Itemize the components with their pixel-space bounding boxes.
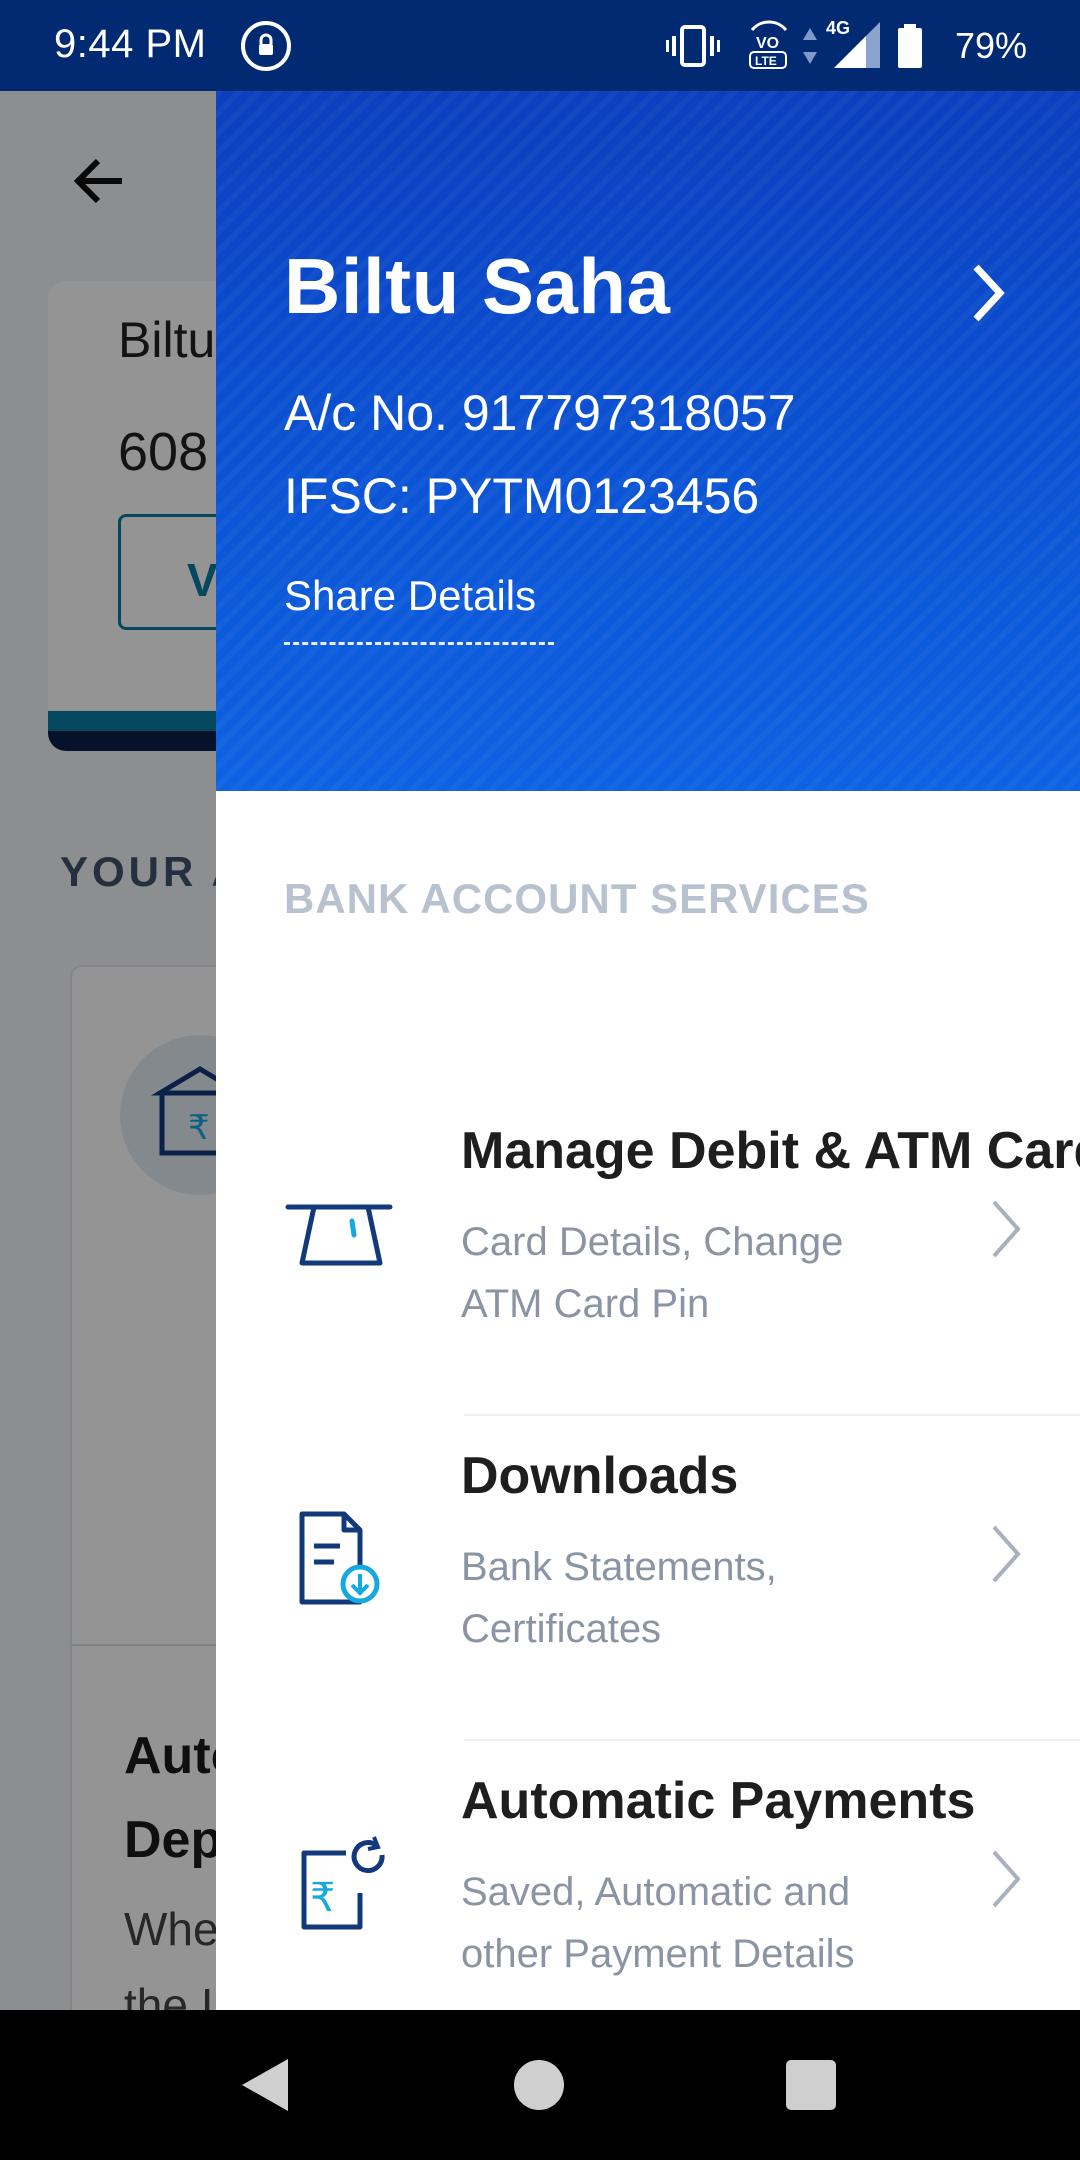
navigation-bar bbox=[0, 2010, 1080, 2160]
svg-text:4G: 4G bbox=[826, 18, 850, 38]
status-icons: VO LTE 4G 79% bbox=[660, 0, 1080, 91]
menu-item-subtitle: Saved, Automatic and other Payment Detai… bbox=[461, 1870, 855, 1976]
share-details-underline bbox=[284, 642, 554, 645]
status-time: 9:44 PM bbox=[54, 22, 207, 66]
battery-icon bbox=[898, 24, 922, 68]
side-drawer: Biltu Saha A/c No. 917797318057 IFSC: PY… bbox=[216, 91, 1080, 2010]
menu-item-subtitle: Card Details, Change ATM Card Pin bbox=[461, 1220, 844, 1326]
svg-text:₹: ₹ bbox=[310, 1875, 335, 1921]
download-document-icon bbox=[299, 1511, 380, 1605]
vibrate-icon bbox=[666, 25, 720, 67]
menu-item-title: Downloads bbox=[461, 1447, 739, 1505]
user-name: Biltu Saha bbox=[284, 242, 671, 330]
signal-icon: 4G bbox=[826, 18, 880, 68]
lock-icon bbox=[241, 21, 291, 71]
menu-item-automatic-payments[interactable]: ₹ Automatic Payments Saved, Automatic an… bbox=[216, 1741, 1080, 2010]
svg-text:LTE: LTE bbox=[755, 54, 777, 68]
svg-text:VO: VO bbox=[756, 35, 779, 52]
section-title: BANK ACCOUNT SERVICES bbox=[284, 875, 870, 922]
menu-item-title: Automatic Payments bbox=[461, 1772, 976, 1830]
menu-item-subtitle: Bank Statements, Certificates bbox=[461, 1545, 777, 1651]
chevron-right-icon bbox=[992, 1850, 1021, 1908]
menu-item-title: Manage Debit & ATM Card bbox=[461, 1122, 1080, 1180]
chevron-right-icon bbox=[992, 1525, 1021, 1583]
account-number: A/c No. 917797318057 bbox=[284, 385, 796, 441]
menu-item-debit-atm-card[interactable]: Manage Debit & ATM Card Card Details, Ch… bbox=[216, 1091, 1080, 1416]
chevron-right-icon[interactable] bbox=[956, 253, 1016, 333]
menu-item-downloads[interactable]: Downloads Bank Statements, Certificates bbox=[216, 1416, 1080, 1741]
auto-payment-icon: ₹ bbox=[301, 1836, 385, 1930]
share-details-link[interactable]: Share Details bbox=[284, 572, 536, 620]
atm-card-icon bbox=[285, 1204, 393, 1266]
data-arrows-icon bbox=[803, 28, 817, 64]
battery-percent: 79% bbox=[954, 25, 1027, 66]
nav-recents-icon[interactable] bbox=[786, 2060, 836, 2110]
nav-back-icon[interactable] bbox=[240, 2057, 290, 2113]
status-bar: 9:44 PM VO LTE 4G 79% bbox=[0, 0, 1080, 91]
volte-icon: VO LTE bbox=[749, 20, 788, 69]
nav-home-icon[interactable] bbox=[514, 2060, 564, 2110]
ifsc-code: IFSC: PYTM0123456 bbox=[284, 468, 760, 524]
chevron-right-icon bbox=[992, 1200, 1021, 1258]
drawer-header[interactable]: Biltu Saha A/c No. 917797318057 IFSC: PY… bbox=[216, 91, 1080, 791]
